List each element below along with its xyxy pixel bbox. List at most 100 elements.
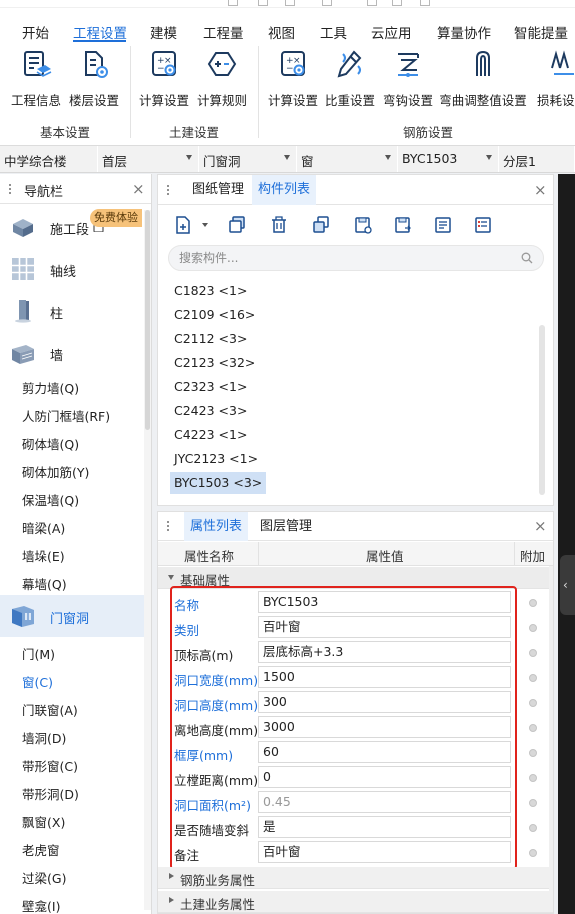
nav-item-wall-pier[interactable]: 墙垛(E) [22, 546, 65, 565]
menu-tab-quantity[interactable]: 工程量 [203, 22, 244, 42]
category-selector[interactable]: 门窗洞 [199, 146, 297, 172]
nav-item-shear-wall[interactable]: 剪力墙(Q) [22, 378, 79, 397]
nav-item-window[interactable]: 窗(C) [22, 672, 53, 691]
density-settings-button[interactable]: 比重设置 [323, 46, 377, 108]
property-value-field[interactable]: 百叶窗 [258, 841, 511, 863]
component-list-item[interactable]: JYC2123 <1> [170, 448, 262, 470]
rebar-calc-settings-button[interactable]: + × − 计算设置 [266, 46, 320, 108]
drag-handle-icon[interactable] [8, 183, 12, 195]
copy-component-button[interactable] [224, 213, 250, 237]
nav-item-insulation-wall[interactable]: 保温墙(Q) [22, 490, 79, 509]
menu-tab-tools[interactable]: 工具 [320, 22, 347, 42]
component-list-item[interactable]: C4223 <1> [170, 424, 251, 446]
component-selector[interactable]: BYC1503 [398, 146, 499, 172]
tab-drawing-management[interactable]: 图纸管理 [186, 175, 250, 205]
nav-item-strip-window[interactable]: 带形窗(C) [22, 756, 78, 775]
nav-category-column[interactable]: 柱 [0, 290, 144, 332]
collapse-panel-handle[interactable]: ‹ [560, 555, 575, 615]
nav-item-hidden-beam[interactable]: 暗梁(A) [22, 518, 65, 537]
menu-tab-collaboration[interactable]: 算量协作 [437, 22, 491, 42]
property-value-field[interactable]: 300 [258, 691, 511, 713]
attach-checkbox[interactable] [529, 699, 537, 707]
properties-view-button[interactable] [470, 213, 496, 237]
free-trial-badge[interactable]: 免费体验 [90, 209, 142, 227]
nav-item-dormer-window[interactable]: 老虎窗 [22, 840, 60, 859]
hook-settings-button[interactable]: 弯钩设置 [380, 46, 436, 108]
property-value-field[interactable]: 3000 [258, 716, 511, 738]
export-button[interactable] [390, 213, 416, 237]
layer-selector[interactable]: 分层1 [499, 146, 575, 172]
property-scrollbar[interactable] [549, 566, 553, 906]
tab-layer-management[interactable]: 图层管理 [254, 512, 318, 541]
nav-category-wall[interactable]: 墙 [0, 332, 144, 374]
navigation-scrollbar[interactable] [144, 210, 151, 910]
nav-item-door[interactable]: 门(M) [22, 644, 55, 663]
menu-tab-smart-extract[interactable]: 智能提量 [514, 22, 568, 42]
nav-item-masonry-wall[interactable]: 砌体墙(Q) [22, 434, 79, 453]
attach-checkbox[interactable] [529, 599, 537, 607]
project-info-button[interactable]: 工程信息 [8, 46, 64, 108]
component-search-input[interactable] [168, 245, 544, 271]
component-list-item[interactable]: C2423 <3> [170, 400, 251, 422]
floor-settings-button[interactable]: 楼层设置 [66, 46, 122, 108]
component-list-item[interactable]: C1823 <1> [170, 280, 251, 302]
attach-checkbox[interactable] [529, 799, 537, 807]
nav-item-niche[interactable]: 壁龛(I) [22, 896, 60, 914]
close-icon[interactable]: × [132, 182, 145, 197]
nav-category-door-window[interactable]: 门窗洞 [0, 595, 144, 637]
property-value-field[interactable]: 60 [258, 741, 511, 763]
attach-checkbox[interactable] [529, 749, 537, 757]
drag-handle-icon[interactable] [166, 520, 170, 532]
type-selector[interactable]: 窗 [297, 146, 398, 172]
nav-category-axis[interactable]: 轴线 [0, 248, 144, 290]
nav-item-curtain-wall[interactable]: 幕墙(Q) [22, 574, 67, 593]
section-rebar-properties[interactable]: 钢筋业务属性 [158, 867, 553, 889]
attach-checkbox[interactable] [529, 624, 537, 632]
nav-item-strip-opening[interactable]: 带形洞(D) [22, 784, 79, 803]
scrollbar-thumb[interactable] [145, 210, 150, 430]
section-basic-properties[interactable]: 基础属性 [158, 567, 553, 589]
component-list-item-selected[interactable]: BYC1503 <3> [170, 472, 267, 494]
property-value-field[interactable]: 百叶窗 [258, 616, 511, 638]
attach-checkbox[interactable] [529, 649, 537, 657]
project-selector[interactable]: 中学综合楼 [0, 146, 98, 172]
property-value-field[interactable]: 层底标高+3.3 [258, 641, 511, 663]
nav-item-wall-opening[interactable]: 墙洞(D) [22, 728, 66, 747]
component-list-item[interactable]: C2123 <32> [170, 352, 259, 374]
attach-checkbox[interactable] [529, 824, 537, 832]
tab-property-list[interactable]: 属性列表 [184, 512, 249, 541]
duplicate-button[interactable] [308, 213, 334, 237]
menu-tab-start[interactable]: 开始 [22, 22, 49, 42]
floor-selector[interactable]: 首层 [98, 146, 199, 172]
list-view-button[interactable] [430, 213, 456, 237]
nav-item-lintel[interactable]: 过梁(G) [22, 868, 66, 887]
calc-settings-button[interactable]: + × − 计算设置 [136, 46, 192, 108]
component-list-item[interactable]: C2323 <1> [170, 376, 251, 398]
property-value-field[interactable]: 0 [258, 766, 511, 788]
tab-component-list[interactable]: 构件列表 [252, 175, 317, 205]
attach-checkbox[interactable] [529, 724, 537, 732]
component-list-item[interactable]: C2109 <16> [170, 304, 259, 326]
property-value-field[interactable]: 1500 [258, 666, 511, 688]
nav-item-door-window-combo[interactable]: 门联窗(A) [22, 700, 78, 719]
component-list-item[interactable]: C2112 <3> [170, 328, 251, 350]
attach-checkbox[interactable] [529, 774, 537, 782]
close-icon[interactable]: × [534, 519, 547, 534]
nav-item-bay-window[interactable]: 飘窗(X) [22, 812, 65, 831]
menu-tab-cloud-apps[interactable]: 云应用 [371, 22, 412, 42]
menu-tab-modeling[interactable]: 建模 [150, 22, 177, 42]
calc-rules-button[interactable]: 计算规则 [194, 46, 250, 108]
attach-checkbox[interactable] [529, 849, 537, 857]
close-icon[interactable]: × [534, 183, 547, 198]
section-civil-properties[interactable]: 土建业务属性 [158, 891, 553, 913]
bend-adjust-button[interactable]: 弯曲调整值设置 [438, 46, 528, 108]
save-template-button[interactable] [350, 213, 376, 237]
delete-component-button[interactable] [266, 213, 292, 237]
new-component-button[interactable] [170, 213, 196, 237]
chevron-down-icon[interactable] [202, 223, 208, 227]
nav-item-civil-defense-door-wall[interactable]: 人防门框墙(RF) [22, 406, 110, 425]
drag-handle-icon[interactable] [166, 184, 170, 196]
attach-checkbox[interactable] [529, 674, 537, 682]
menu-tab-project-settings[interactable]: 工程设置 [73, 22, 127, 42]
property-value-field[interactable]: BYC1503 [258, 591, 511, 613]
